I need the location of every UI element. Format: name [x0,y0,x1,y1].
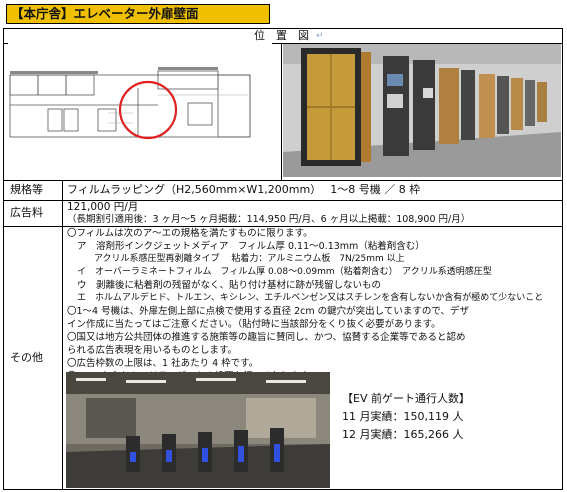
return-mark: ↵ [316,31,324,41]
other-line: 〇1～4 号機は、外扉左側上部に点検で使用する直径 2cm の鍵穴が突出していま… [67,306,470,317]
ev-nov-count: 11 月実績：150,119 人 [342,410,464,423]
other-line: アクリル系感圧型再剥離タイプ 粘着力：アルミニウム板 7N/25mm 以上 [94,254,405,264]
security-gate-photo [66,372,330,488]
spec-value: フィルムラッピング（H2,560mm×W1,200mm） 1～8 号機 ／ 8 … [67,183,421,196]
floor-plan-image [8,43,272,143]
ev-gate-title: 【EV 前ゲート通行人数】 [342,392,470,405]
other-line: イン作成に当たってはご注意ください。（貼付時に当該部分をくり抜く必要があります。 [67,319,441,330]
location-circle [118,80,178,140]
other-line: 〇フィルムは次のア～エの規格を満たすものに限ります。 [67,228,313,239]
other-line: ア 溶剤形インクジェットメディア フィルム厚 0.11～0.13mm（粘着剤含む… [77,241,425,252]
fee-line2: （長期割引適用後：3 ヶ月～5 ヶ月掲載：114,950 円/月、6 ヶ月以上掲… [67,214,471,225]
other-line: 〇広告枠数の上限は、1 社あたり 4 枠です。 [67,358,259,369]
fee-label: 広告料 [10,206,43,219]
other-label: その他 [10,351,43,364]
other-line: 〇国又は地方公共団体の推進する施策等の趣旨に賛同し、かつ、協賛する企業等であると… [67,332,466,343]
other-line: られる広告表現を用いるものとします。 [67,345,238,356]
other-line: ウ 剥離後に粘着剤の残留がなく、貼り付け基材に跡が残留しないもの [77,280,382,291]
page-title: 【本庁舎】エレベーター外扉壁面 [6,4,270,24]
elevator-wall-photo [283,44,561,177]
ev-dec-count: 12 月実績：165,266 人 [342,428,464,441]
other-line: イ オーバーラミネートフィルム フィルム厚 0.08～0.09mm（粘着剤含む）… [77,267,492,277]
other-line: エ ホルムアルデヒド、トルエン、キシレン、エチルベンゼン又はスチレンを含有しない… [77,293,544,303]
location-header: 位 置 図 [254,29,309,42]
spec-label: 規格等 [10,183,43,196]
